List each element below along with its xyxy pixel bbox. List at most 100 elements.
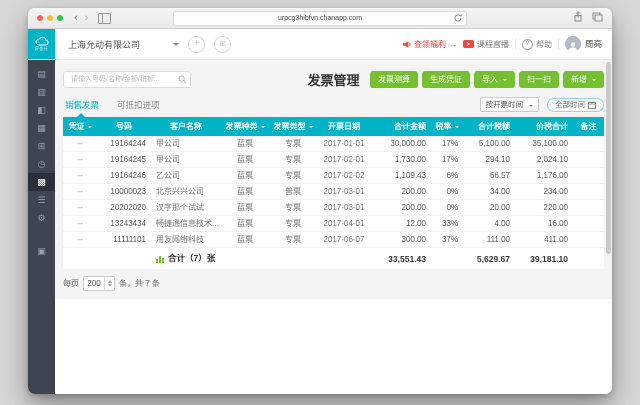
toolbar: 发票管理 发票测算 生成凭证 导入 扫一扫 新增 [63,68,604,90]
col-rate[interactable]: 税率 [431,117,463,136]
invoices-icon: ▤ [37,70,46,79]
apps-menu-button[interactable]: ⊞ [214,36,231,53]
col-amount: 合计金额 [371,117,431,136]
invoice-number-cell: 19164245 [97,152,151,168]
generate-voucher-button[interactable]: 生成凭证 [422,71,470,88]
sidebar-item-checkout[interactable]: ⊞ [28,137,55,155]
chevron-down-icon [503,79,507,83]
tab-deductible-input[interactable]: 可抵扣进项 [115,99,160,111]
url-text: urpcg3hibfvn.chanapp.com [278,15,362,22]
reload-icon[interactable] [453,13,463,25]
chart-icon: ◧ [37,106,46,115]
side-nav: ▤ ▥ ◧ ▦ ⊞ ◷ ▩ ☰ ⚙ ▣ [28,60,55,394]
time-range-button[interactable]: 全部时间 [547,98,604,112]
sidebar-toggle-icon[interactable] [98,13,111,24]
scrollbar-thumb[interactable] [606,62,611,254]
invoice-kind-cell: 蓝票 [221,200,269,216]
address-bar[interactable]: urpcg3hibfvn.chanapp.com [173,11,467,26]
invoice-calc-button[interactable]: 发票测算 [370,71,418,88]
invoice-type-cell: 专票 [269,232,317,248]
sidebar-item-print[interactable]: ☰ [28,191,55,209]
search-icon[interactable] [178,75,187,84]
col-total: 价税合计 [515,117,573,136]
voucher-cell: -- [63,184,97,200]
close-window-button[interactable] [37,15,43,21]
bar-chart-icon [156,254,165,263]
tabs-overview-icon[interactable] [592,9,603,27]
total-tax: 5,629.67 [463,248,515,270]
sidebar-item-period[interactable]: ◷ [28,155,55,173]
promo-arrow: → [449,40,457,49]
cloud-icon [35,37,49,46]
total-row: 合计（7）张 33,551.43 5,629.67 39,181.10 [63,248,604,270]
window-controls [37,15,63,21]
new-invoice-button[interactable]: 新增 [563,71,604,88]
ledger-icon: ▦ [37,124,46,133]
invoice-row[interactable]: -- 13243434 畅捷通信息技术... 蓝票 专票 2017-04-01 … [63,216,604,232]
total-cell: 411.00 [515,232,573,248]
question-icon: ? [522,39,533,50]
company-selector[interactable]: 上海允动有限公司 [68,38,179,51]
sort-caret-icon [309,126,313,130]
invoice-row[interactable]: -- 19164245 甲公司 蓝票 专票 2017-02-01 1,730.0… [63,152,604,168]
sidebar-item-reports[interactable]: ◧ [28,101,55,119]
sidebar-item-archive[interactable]: ▣ [28,242,55,260]
amount-cell: 30,000.00 [371,136,431,152]
promo-link[interactable]: 查领福利 → [402,39,457,50]
note-cell [573,232,604,248]
help-label: 帮助 [536,39,552,50]
forward-button[interactable]: › [85,13,89,24]
search-input[interactable] [69,75,178,84]
maximize-window-button[interactable] [57,15,63,21]
browser-window: ‹ › urpcg3hibfvn.chanapp.com [28,8,612,394]
sidebar-item-ledger[interactable]: ▦ [28,119,55,137]
invoice-row[interactable]: -- 19164246 乙公司 蓝票 专票 2017-02-02 1,109.4… [63,168,604,184]
customer-cell: 北京兴兴公司 [151,184,221,200]
invoice-row[interactable]: -- 11111101 用友网络科技 蓝票 专票 2017-06-07 300.… [63,232,604,248]
sort-caret-icon [455,126,459,130]
total-count-label: 合计（7）张 [168,252,215,264]
col-type[interactable]: 发票类型 [269,117,317,136]
checkout-icon: ⊞ [38,142,46,151]
back-button[interactable]: ‹ [74,13,78,24]
amount-cell: 12.00 [371,216,431,232]
minimize-window-button[interactable] [47,15,53,21]
clock-icon: ◷ [38,160,46,169]
col-voucher[interactable]: 凭证 [63,117,97,136]
rate-cell: 0% [431,184,463,200]
import-button[interactable]: 导入 [474,71,515,88]
table-header-row: 凭证 号码 客户名称 发票种类 发票类型 开票日期 合计金额 税率 合计税额 [63,117,604,136]
invoice-row[interactable]: -- 10000023 北京兴兴公司 蓝票 普票 2017-03-01 200.… [63,184,604,200]
share-icon[interactable] [573,9,583,27]
total-cell: 16.00 [515,216,573,232]
app-logo[interactable]: 好会计 [28,29,55,59]
sort-by-date-button[interactable]: 按开票时间 [480,97,540,112]
browser-nav: ‹ › [74,13,88,24]
per-page-input[interactable] [84,277,104,290]
sidebar-item-settings[interactable]: ⚙ [28,209,55,227]
step-down-button[interactable] [105,284,114,291]
add-account-button[interactable]: + [188,36,205,53]
sidebar-item-invoice-manage[interactable]: ▩ [28,173,55,191]
user-menu[interactable]: 周亮 [565,36,602,52]
sidebar-item-vouchers[interactable]: ▥ [28,83,55,101]
date-cell: 2017-06-07 [317,232,371,248]
col-kind[interactable]: 发票种类 [221,117,269,136]
total-cell: 2,024.10 [515,152,573,168]
per-page-prefix: 每页 [63,278,79,289]
customer-cell: 汉字那个试试 [151,200,221,216]
invoice-kind-cell: 蓝票 [221,216,269,232]
tab-sales-invoices[interactable]: 销售发票 [63,99,99,111]
total-grand: 39,181.10 [515,248,573,270]
invoice-table: 凭证 号码 客户名称 发票种类 发票类型 开票日期 合计金额 税率 合计税额 [63,117,604,269]
voucher-cell: -- [63,136,97,152]
invoice-row[interactable]: -- 19164244 甲公司 蓝票 专票 2017-01-01 30,000.… [63,136,604,152]
per-page-suffix: 条，共 7 条 [119,278,160,289]
invoice-row[interactable]: -- 20202020 汉字那个试试 蓝票 专票 2017-03-01 200.… [63,200,604,216]
live-course-link[interactable]: 课程直播 [463,39,509,50]
sidebar-item-invoices[interactable]: ▤ [28,65,55,83]
tax-cell: 294.10 [463,152,515,168]
help-link[interactable]: ? 帮助 [522,39,552,50]
scan-button[interactable]: 扫一扫 [519,71,559,88]
megaphone-icon [402,40,411,49]
